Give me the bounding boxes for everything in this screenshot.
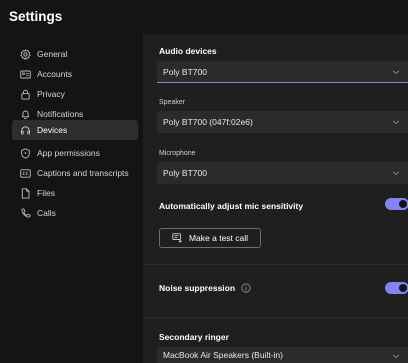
dropdown-value: Poly BT700: [163, 66, 207, 77]
chevron-down-icon: [392, 169, 400, 177]
noise-suppression-heading: Noise suppression: [159, 283, 251, 293]
speaker-dropdown[interactable]: Poly BT700 (047f:02e6): [157, 111, 408, 133]
sidebar-item-privacy[interactable]: Privacy: [12, 84, 138, 104]
gear-icon: [20, 48, 31, 60]
captions-icon: [20, 168, 31, 179]
chevron-down-icon: [392, 118, 400, 126]
sidebar-item-app-permissions[interactable]: App permissions: [12, 143, 138, 163]
sidebar-item-label: Privacy: [37, 89, 65, 99]
sidebar-item-label: Captions and transcripts: [37, 168, 129, 178]
sidebar-item-calls[interactable]: Calls: [12, 203, 138, 223]
devices-settings-panel: Audio devices Poly BT700 Speaker Poly BT…: [143, 34, 408, 363]
lock-icon: [20, 89, 31, 100]
sidebar-item-label: Devices: [37, 125, 68, 135]
test-call-icon: [172, 233, 183, 243]
sidebar-item-files[interactable]: Files: [12, 183, 138, 203]
auto-adjust-mic-label: Automatically adjust mic sensitivity: [159, 201, 304, 211]
page-title: Settings: [9, 9, 63, 24]
sidebar-item-label: Calls: [37, 208, 56, 218]
noise-suppression-toggle[interactable]: [385, 282, 408, 294]
secondary-ringer-heading: Secondary ringer: [159, 332, 229, 342]
audio-devices-dropdown[interactable]: Poly BT700: [157, 61, 408, 83]
divider: [143, 317, 408, 318]
secondary-ringer-dropdown[interactable]: MacBook Air Speakers (Built-in): [157, 347, 408, 363]
dropdown-value: Poly BT700: [163, 168, 207, 178]
bell-icon: [20, 109, 31, 120]
sidebar-item-label: Notifications: [37, 109, 84, 119]
phone-icon: [20, 208, 31, 219]
sidebar-item-label: Files: [37, 188, 55, 198]
noise-suppression-label: Noise suppression: [159, 283, 236, 293]
file-icon: [20, 187, 31, 199]
sidebar: General Accounts Privacy Notifications D…: [0, 34, 143, 363]
make-test-call-button[interactable]: Make a test call: [159, 228, 261, 248]
speaker-label: Speaker: [159, 99, 186, 106]
headset-icon: [20, 125, 31, 136]
sidebar-item-general[interactable]: General: [12, 44, 138, 64]
chevron-down-icon: [392, 352, 400, 360]
sidebar-item-label: Accounts: [37, 69, 72, 79]
dropdown-value: MacBook Air Speakers (Built-in): [163, 350, 283, 360]
auto-adjust-mic-toggle[interactable]: [385, 198, 408, 210]
audio-devices-heading: Audio devices: [159, 46, 217, 56]
sidebar-item-label: App permissions: [37, 148, 100, 158]
microphone-label: Microphone: [159, 150, 196, 157]
sidebar-item-captions-and-transcripts[interactable]: Captions and transcripts: [12, 163, 138, 183]
divider: [143, 264, 408, 265]
test-call-label: Make a test call: [188, 233, 249, 243]
info-icon[interactable]: [241, 283, 251, 293]
shield-icon: [20, 147, 31, 159]
sidebar-item-accounts[interactable]: Accounts: [12, 64, 138, 84]
accounts-card-icon: [20, 69, 31, 80]
toggle-knob: [399, 284, 407, 292]
sidebar-item-label: General: [37, 49, 68, 59]
microphone-dropdown[interactable]: Poly BT700: [157, 162, 408, 184]
chevron-down-icon: [392, 68, 400, 76]
toggle-knob: [399, 200, 407, 208]
sidebar-item-devices[interactable]: Devices: [12, 120, 138, 140]
title-bar: Settings: [0, 0, 408, 34]
dropdown-value: Poly BT700 (047f:02e6): [163, 117, 253, 127]
